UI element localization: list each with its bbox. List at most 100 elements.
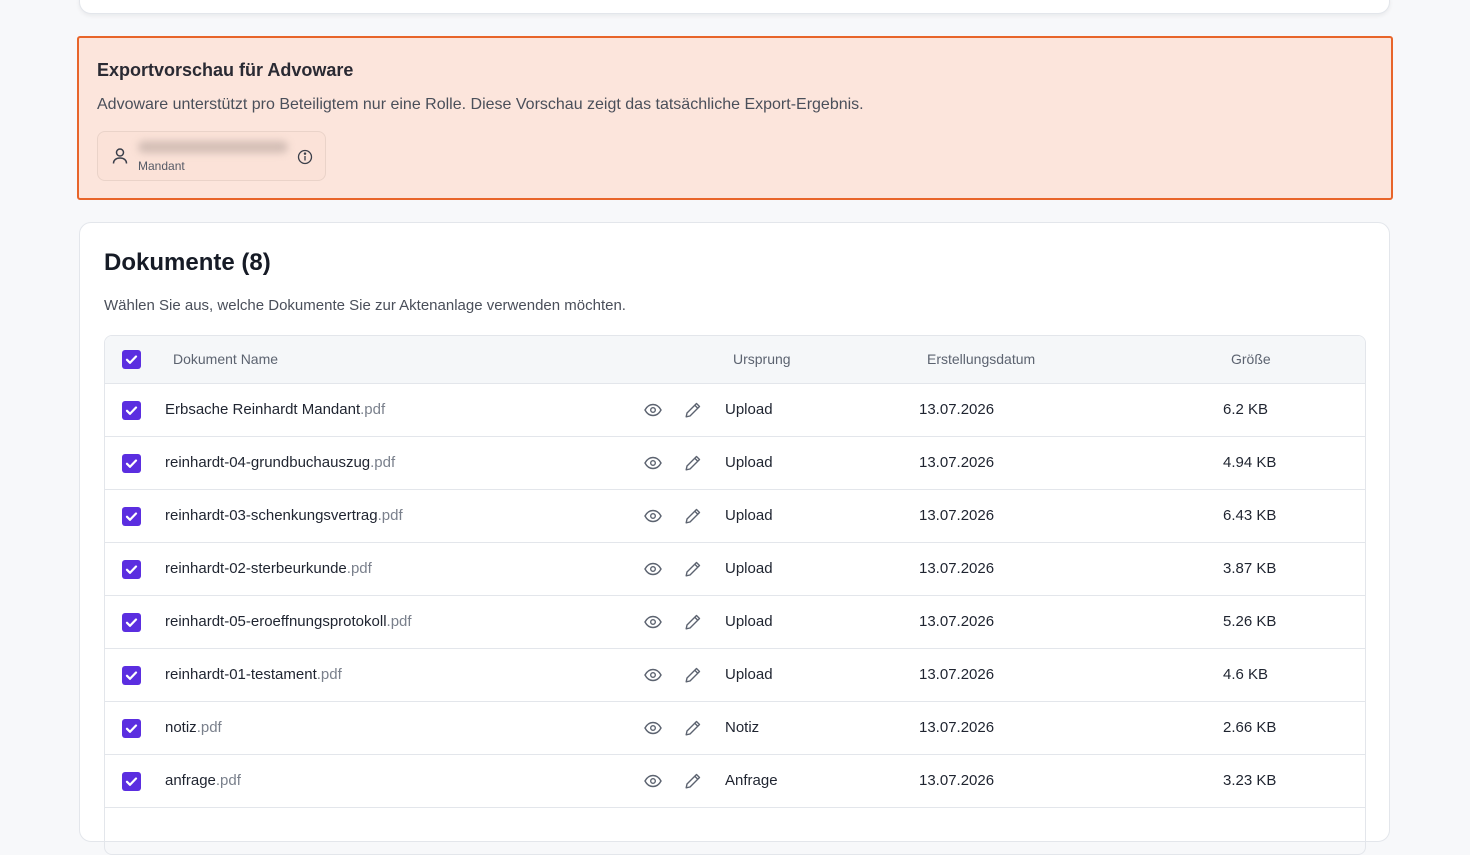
- document-date: 13.07.2026: [919, 560, 995, 577]
- pencil-icon[interactable]: [683, 400, 703, 420]
- document-extension: .pdf: [377, 507, 403, 524]
- eye-icon[interactable]: [643, 506, 663, 526]
- document-size: 6.43 KB: [1223, 507, 1277, 524]
- document-origin: Upload: [725, 401, 773, 418]
- row-checkbox[interactable]: [122, 719, 141, 738]
- document-extension: .pdf: [316, 666, 342, 683]
- document-name: anfrage.pdf: [165, 772, 241, 789]
- document-name: notiz.pdf: [165, 719, 222, 736]
- table-row: reinhardt-03-schenkungsvertrag.pdf Uploa…: [105, 490, 1365, 543]
- row-checkbox[interactable]: [122, 507, 141, 526]
- check-icon: [125, 724, 138, 733]
- document-name: reinhardt-04-grundbuchauszug.pdf: [165, 454, 395, 471]
- document-date: 13.07.2026: [919, 454, 995, 471]
- documents-subtitle: Wählen Sie aus, welche Dokumente Sie zur…: [104, 297, 626, 314]
- document-name: reinhardt-01-testament.pdf: [165, 666, 342, 683]
- document-size: 3.87 KB: [1223, 560, 1277, 577]
- document-size: 3.23 KB: [1223, 772, 1277, 789]
- document-origin: Upload: [725, 666, 773, 683]
- table-row: Erbsache Reinhardt Mandant.pdf Upload 13…: [105, 384, 1365, 437]
- document-size: 6.2 KB: [1223, 401, 1269, 418]
- pencil-icon[interactable]: [683, 612, 703, 632]
- row-checkbox[interactable]: [122, 401, 141, 420]
- eye-icon[interactable]: [643, 771, 663, 791]
- table-row: reinhardt-04-grundbuchauszug.pdf Upload …: [105, 437, 1365, 490]
- eye-icon[interactable]: [643, 400, 663, 420]
- document-date: 13.07.2026: [919, 613, 995, 630]
- table-row: reinhardt-05-eroeffnungsprotokoll.pdf Up…: [105, 596, 1365, 649]
- eye-icon[interactable]: [643, 559, 663, 579]
- document-date: 13.07.2026: [919, 401, 995, 418]
- document-extension: .pdf: [370, 454, 396, 471]
- column-header-name[interactable]: Dokument Name: [173, 351, 278, 367]
- document-extension: .pdf: [346, 560, 372, 577]
- table-row: notiz.pdf Notiz 13.07.2026 2.66 KB: [105, 702, 1365, 755]
- row-checkbox[interactable]: [122, 772, 141, 791]
- export-preview-panel: Exportvorschau für Advoware Advoware unt…: [77, 36, 1393, 200]
- check-icon: [125, 512, 138, 521]
- pencil-icon[interactable]: [683, 506, 703, 526]
- pencil-icon[interactable]: [683, 665, 703, 685]
- pencil-icon[interactable]: [683, 718, 703, 738]
- column-header-origin[interactable]: Ursprung: [733, 351, 791, 367]
- check-icon: [125, 406, 138, 415]
- row-checkbox[interactable]: [122, 666, 141, 685]
- document-basename: anfrage: [165, 772, 216, 789]
- documents-title: Dokumente (8): [104, 249, 271, 276]
- document-date: 13.07.2026: [919, 507, 995, 524]
- column-header-date[interactable]: Erstellungsdatum: [927, 351, 1035, 367]
- document-name: reinhardt-02-sterbeurkunde.pdf: [165, 560, 372, 577]
- document-basename: Erbsache Reinhardt Mandant: [165, 401, 361, 418]
- select-all-checkbox[interactable]: [122, 350, 141, 369]
- row-checkbox[interactable]: [122, 560, 141, 579]
- document-name: reinhardt-05-eroeffnungsprotokoll.pdf: [165, 613, 412, 630]
- document-size: 2.66 KB: [1223, 719, 1277, 736]
- check-icon: [125, 777, 138, 786]
- check-icon: [125, 459, 138, 468]
- export-preview-title: Exportvorschau für Advoware: [97, 60, 354, 80]
- pencil-icon[interactable]: [683, 453, 703, 473]
- document-origin: Notiz: [725, 719, 760, 736]
- eye-icon[interactable]: [643, 718, 663, 738]
- document-date: 13.07.2026: [919, 666, 995, 683]
- document-extension: .pdf: [196, 719, 222, 736]
- document-name: Erbsache Reinhardt Mandant.pdf: [165, 401, 385, 418]
- document-date: 13.07.2026: [919, 719, 995, 736]
- check-icon: [125, 671, 138, 680]
- party-name-redacted: [138, 141, 288, 153]
- document-origin: Upload: [725, 613, 773, 630]
- document-basename: reinhardt-04-grundbuchauszug: [165, 454, 371, 471]
- table-header: Dokument Name Ursprung Erstellungsdatum …: [105, 336, 1365, 384]
- document-origin: Upload: [725, 560, 773, 577]
- pencil-icon[interactable]: [683, 559, 703, 579]
- row-checkbox[interactable]: [122, 454, 141, 473]
- document-extension: .pdf: [215, 772, 241, 789]
- info-icon[interactable]: [296, 148, 314, 166]
- table-row: reinhardt-02-sterbeurkunde.pdf Upload 13…: [105, 543, 1365, 596]
- document-basename: reinhardt-01-testament: [165, 666, 317, 683]
- check-icon: [125, 618, 138, 627]
- check-icon: [125, 355, 138, 364]
- document-extension: .pdf: [360, 401, 386, 418]
- eye-icon[interactable]: [643, 665, 663, 685]
- table-row: reinhardt-01-testament.pdf Upload 13.07.…: [105, 649, 1365, 702]
- documents-card: Dokumente (8) Wählen Sie aus, welche Dok…: [79, 222, 1390, 855]
- eye-icon[interactable]: [643, 453, 663, 473]
- party-role: Mandant: [138, 159, 185, 173]
- document-origin: Anfrage: [725, 772, 778, 789]
- table-row: anfrage.pdf Anfrage 13.07.2026 3.23 KB: [105, 755, 1365, 808]
- top-card: [79, 0, 1390, 14]
- documents-table: Dokument Name Ursprung Erstellungsdatum …: [104, 335, 1366, 855]
- document-basename: reinhardt-03-schenkungsvertrag: [165, 507, 378, 524]
- document-basename: reinhardt-05-eroeffnungsprotokoll: [165, 613, 387, 630]
- pencil-icon[interactable]: [683, 771, 703, 791]
- document-date: 13.07.2026: [919, 772, 995, 789]
- document-origin: Upload: [725, 507, 773, 524]
- user-icon: [112, 148, 128, 164]
- document-extension: .pdf: [386, 613, 412, 630]
- document-size: 4.94 KB: [1223, 454, 1277, 471]
- column-header-size[interactable]: Größe: [1231, 351, 1271, 367]
- row-checkbox[interactable]: [122, 613, 141, 632]
- eye-icon[interactable]: [643, 612, 663, 632]
- document-size: 4.6 KB: [1223, 666, 1269, 683]
